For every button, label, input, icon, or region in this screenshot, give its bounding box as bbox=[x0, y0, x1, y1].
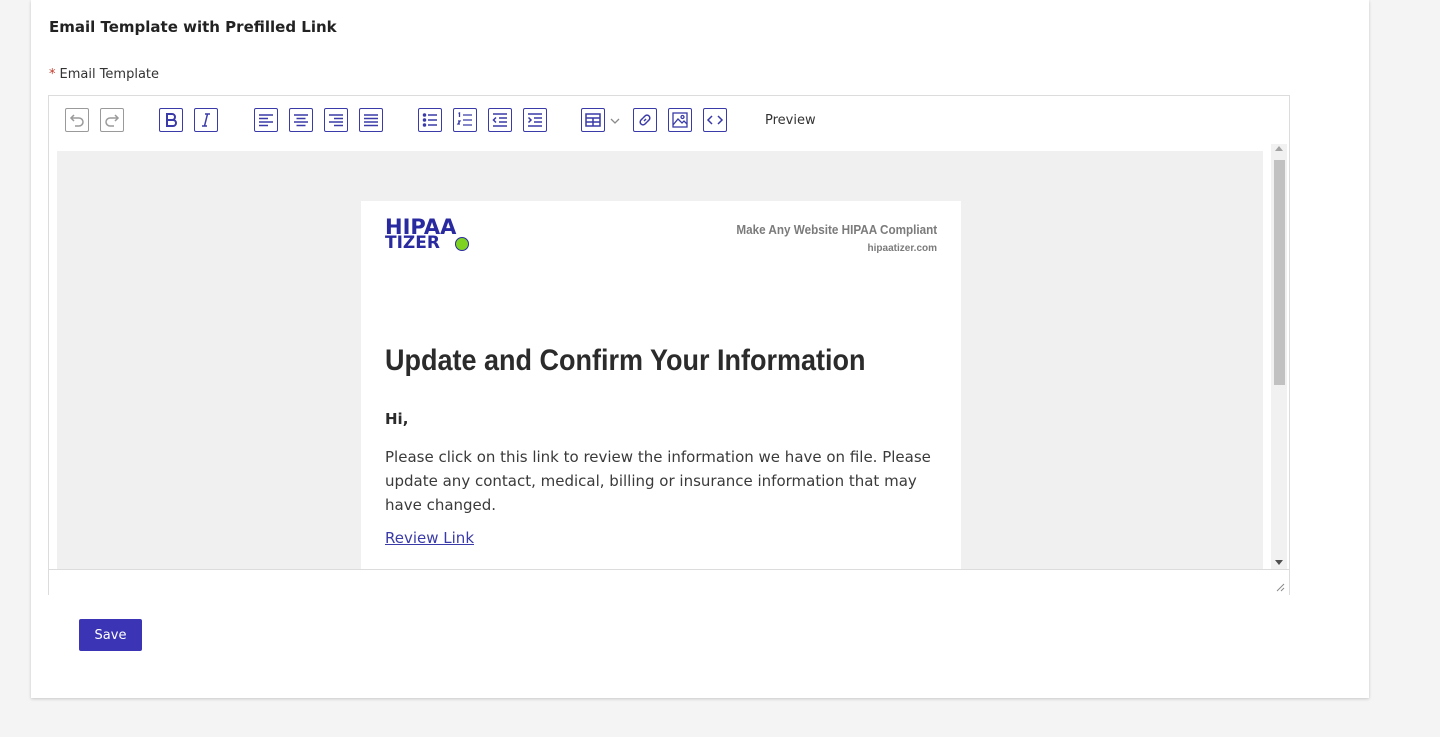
logo-text-line2: TIZER bbox=[385, 233, 440, 253]
align-center-button[interactable] bbox=[289, 108, 313, 132]
resize-handle-icon[interactable] bbox=[1275, 582, 1285, 592]
align-center-icon bbox=[294, 114, 308, 127]
align-right-icon bbox=[329, 114, 343, 127]
editor-statusbar bbox=[49, 569, 1289, 595]
outdent-icon bbox=[492, 113, 507, 127]
save-button[interactable]: Save bbox=[79, 619, 142, 651]
link-button[interactable] bbox=[633, 108, 657, 132]
editor-toolbar: Preview bbox=[49, 96, 1289, 144]
outdent-button[interactable] bbox=[488, 108, 512, 132]
align-left-icon bbox=[259, 114, 273, 127]
editor-content-area[interactable]: HIPAA TIZER Make Any Website HIPAA Compl… bbox=[57, 151, 1263, 569]
chevron-down-icon[interactable] bbox=[609, 116, 621, 126]
rich-text-editor: Preview HIPAA TIZER Make Any Website HIP… bbox=[48, 95, 1290, 595]
section-title: Email Template with Prefilled Link bbox=[49, 18, 337, 36]
bold-icon bbox=[166, 113, 177, 127]
align-justify-icon bbox=[364, 114, 378, 127]
field-label-text: Email Template bbox=[59, 67, 160, 82]
redo-icon bbox=[105, 114, 120, 127]
lock-icon bbox=[455, 237, 469, 251]
indent-icon bbox=[527, 113, 542, 127]
numbered-list-button[interactable] bbox=[453, 108, 477, 132]
undo-icon bbox=[69, 114, 84, 127]
numbered-list-icon bbox=[456, 111, 472, 126]
image-button[interactable] bbox=[668, 108, 692, 132]
italic-icon bbox=[202, 113, 210, 127]
hipaatizer-logo: HIPAA TIZER bbox=[385, 215, 475, 255]
email-heading: Update and Confirm Your Information bbox=[385, 344, 866, 377]
align-justify-button[interactable] bbox=[359, 108, 383, 132]
email-tagline: Make Any Website HIPAA Compliant bbox=[736, 222, 937, 237]
editor-scrollbar[interactable] bbox=[1271, 144, 1287, 569]
italic-button[interactable] bbox=[194, 108, 218, 132]
preview-button[interactable]: Preview bbox=[765, 113, 816, 128]
required-marker: * bbox=[49, 67, 56, 82]
image-icon bbox=[672, 112, 688, 128]
code-icon bbox=[706, 115, 724, 125]
undo-button[interactable] bbox=[65, 108, 89, 132]
indent-button[interactable] bbox=[523, 108, 547, 132]
bullet-list-button[interactable] bbox=[418, 108, 442, 132]
redo-button[interactable] bbox=[100, 108, 124, 132]
scroll-down-icon[interactable] bbox=[1275, 560, 1283, 565]
review-link[interactable]: Review Link bbox=[385, 529, 474, 547]
bold-button[interactable] bbox=[159, 108, 183, 132]
email-body-text: Please click on this link to review the … bbox=[385, 448, 931, 514]
email-body: HIPAA TIZER Make Any Website HIPAA Compl… bbox=[361, 201, 961, 569]
bullet-list-icon bbox=[422, 113, 437, 127]
scroll-up-icon[interactable] bbox=[1275, 146, 1283, 151]
align-left-button[interactable] bbox=[254, 108, 278, 132]
email-greeting: Hi, bbox=[385, 410, 409, 428]
link-icon bbox=[639, 114, 651, 126]
table-button[interactable] bbox=[581, 108, 605, 132]
email-site: hipaatizer.com bbox=[867, 243, 937, 254]
align-right-button[interactable] bbox=[324, 108, 348, 132]
table-icon bbox=[585, 113, 601, 127]
code-button[interactable] bbox=[703, 108, 727, 132]
email-template-label: * Email Template bbox=[49, 67, 159, 82]
scroll-thumb[interactable] bbox=[1274, 160, 1285, 385]
